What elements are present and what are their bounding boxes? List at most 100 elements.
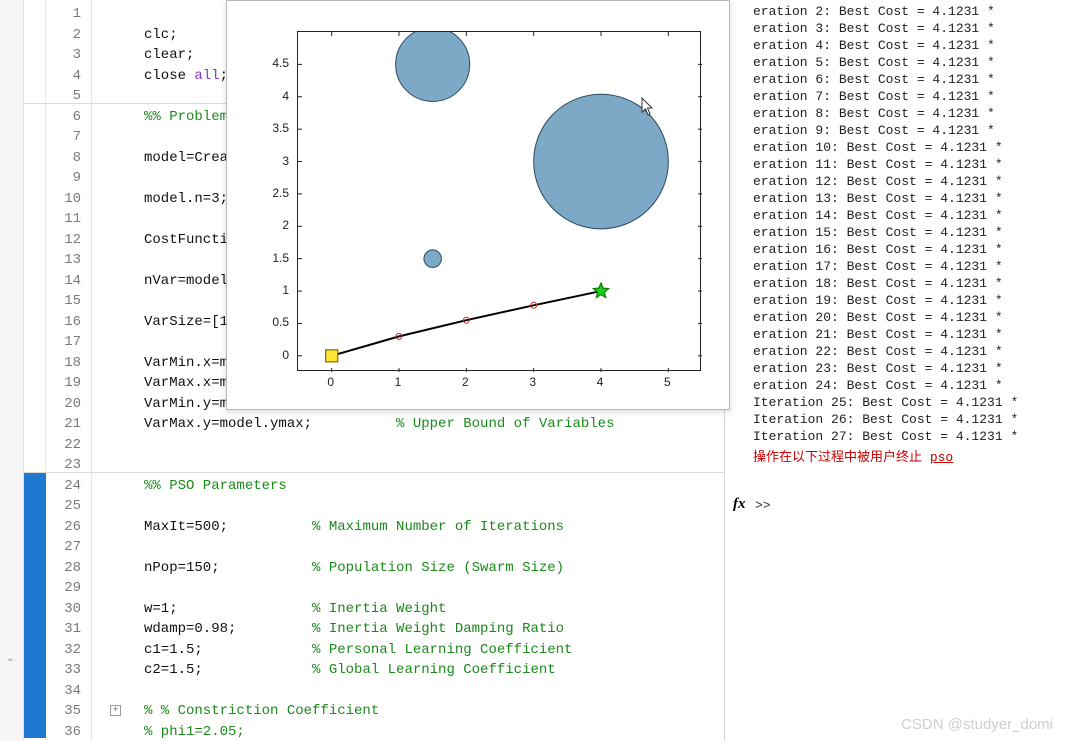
code-line[interactable]: model=Crea (144, 148, 228, 168)
code-line[interactable]: c2=1.5; % Global Learning Coefficient (144, 660, 556, 680)
x-tick-label: 5 (652, 375, 682, 389)
y-tick-label: 0 (251, 348, 289, 362)
line-number: 30 (64, 599, 81, 619)
console-line: eration 4: Best Cost = 4.1231 * (753, 38, 995, 53)
x-tick-label: 3 (518, 375, 548, 389)
line-number: 11 (64, 209, 81, 229)
axes[interactable] (297, 31, 701, 371)
code-line[interactable]: VarMax.x=m (144, 373, 228, 393)
left-panel: ⌄ (0, 0, 24, 741)
line-number: 15 (64, 291, 81, 311)
line-number: 20 (64, 394, 81, 414)
console-line: eration 9: Best Cost = 4.1231 * (753, 123, 995, 138)
console-line: eration 3: Best Cost = 4.1231 * (753, 21, 995, 36)
line-number: 2 (73, 25, 81, 45)
y-tick-label: 1.5 (251, 251, 289, 265)
left-panel-dropdown-icon[interactable]: ⌄ (6, 653, 16, 663)
console-line: eration 15: Best Cost = 4.1231 * (753, 225, 1003, 240)
error-link[interactable]: pso (930, 450, 953, 465)
line-number: 19 (64, 373, 81, 393)
line-number: 10 (64, 189, 81, 209)
console-line: eration 24: Best Cost = 4.1231 * (753, 378, 1003, 393)
console-line: eration 10: Best Cost = 4.1231 * (753, 140, 1003, 155)
prompt[interactable]: >> (755, 498, 771, 513)
console-line: eration 19: Best Cost = 4.1231 * (753, 293, 1003, 308)
x-tick-label: 4 (585, 375, 615, 389)
code-line[interactable]: clc; (144, 25, 178, 45)
y-tick-label: 2 (251, 218, 289, 232)
line-number: 1 (73, 4, 81, 24)
code-line[interactable]: CostFuncti (144, 230, 228, 250)
line-number: 6 (73, 107, 81, 127)
x-tick-label: 0 (316, 375, 346, 389)
command-window[interactable]: eration 2: Best Cost = 4.1231 * eration 3… (724, 0, 1065, 741)
code-line[interactable]: wdamp=0.98; % Inertia Weight Damping Rat… (144, 619, 564, 639)
console-line: eration 11: Best Cost = 4.1231 * (753, 157, 1003, 172)
line-number: 16 (64, 312, 81, 332)
console-line: eration 16: Best Cost = 4.1231 * (753, 242, 1003, 257)
line-number: 18 (64, 353, 81, 373)
x-tick-label: 2 (450, 375, 480, 389)
code-line[interactable]: clear; (144, 45, 194, 65)
console-line: Iteration 26: Best Cost = 4.1231 * (753, 412, 1018, 427)
line-number: 14 (64, 271, 81, 291)
y-tick-label: 3.5 (251, 121, 289, 135)
fold-toggle[interactable]: + (110, 705, 121, 716)
line-number: 9 (73, 168, 81, 188)
line-number: 31 (64, 619, 81, 639)
code-line[interactable]: model.n=3; (144, 189, 228, 209)
code-line[interactable]: % phi1=2.05; (144, 722, 245, 741)
console-line: Iteration 25: Best Cost = 4.1231 * (753, 395, 1018, 410)
line-number: 28 (64, 558, 81, 578)
fx-icon[interactable]: fx (733, 496, 746, 513)
line-number: 25 (64, 496, 81, 516)
line-number: 32 (64, 640, 81, 660)
line-number-gutter: 1234567891011121314151617181920212223242… (24, 0, 92, 741)
code-line[interactable]: VarMax.y=model.ymax; % Upper Bound of Va… (144, 414, 614, 434)
console-line: eration 6: Best Cost = 4.1231 * (753, 72, 995, 87)
code-line[interactable]: close all; (144, 66, 228, 86)
console-line: eration 2: Best Cost = 4.1231 * (753, 4, 995, 19)
code-line[interactable]: VarMin.x=m (144, 353, 228, 373)
line-number: 24 (64, 476, 81, 496)
line-number: 12 (64, 230, 81, 250)
console-line: eration 21: Best Cost = 4.1231 * (753, 327, 1003, 342)
axes-svg (298, 32, 702, 372)
code-line[interactable]: w=1; % Inertia Weight (144, 599, 446, 619)
code-line[interactable]: VarSize=[1 (144, 312, 228, 332)
console-line: eration 17: Best Cost = 4.1231 * (753, 259, 1003, 274)
console-line: eration 7: Best Cost = 4.1231 * (753, 89, 995, 104)
code-line[interactable]: nVar=model (144, 271, 228, 291)
console-line: eration 14: Best Cost = 4.1231 * (753, 208, 1003, 223)
line-number: 21 (64, 414, 81, 434)
console-error: 操作在以下过程中被用户终止 pso (753, 446, 953, 465)
y-tick-label: 4.5 (251, 56, 289, 70)
line-number: 29 (64, 578, 81, 598)
line-number: 26 (64, 517, 81, 537)
console-line: eration 18: Best Cost = 4.1231 * (753, 276, 1003, 291)
console-line: eration 8: Best Cost = 4.1231 * (753, 106, 995, 121)
line-number: 34 (64, 681, 81, 701)
line-number: 3 (73, 45, 81, 65)
app-root: ⌄ 12345678910111213141516171819202122232… (0, 0, 1065, 741)
console-line: eration 20: Best Cost = 4.1231 * (753, 310, 1003, 325)
code-line[interactable]: % % Constriction Coefficient (144, 701, 379, 721)
console-line: eration 13: Best Cost = 4.1231 * (753, 191, 1003, 206)
line-number: 17 (64, 332, 81, 352)
y-tick-label: 2.5 (251, 186, 289, 200)
code-line[interactable]: c1=1.5; % Personal Learning Coefficient (144, 640, 572, 660)
code-line[interactable]: nPop=150; % Population Size (Swarm Size) (144, 558, 564, 578)
x-tick-label: 1 (383, 375, 413, 389)
y-tick-label: 0.5 (251, 315, 289, 329)
y-tick-label: 1 (251, 283, 289, 297)
console-line: eration 23: Best Cost = 4.1231 * (753, 361, 1003, 376)
figure-window[interactable]: 00.511.522.533.544.5012345 (226, 0, 730, 410)
line-number: 22 (64, 435, 81, 455)
code-line[interactable]: %% PSO Parameters (144, 476, 287, 496)
code-line[interactable]: MaxIt=500; % Maximum Number of Iteration… (144, 517, 564, 537)
line-number: 33 (64, 660, 81, 680)
line-number: 35 (64, 701, 81, 721)
y-tick-label: 4 (251, 89, 289, 103)
line-number: 27 (64, 537, 81, 557)
code-line[interactable]: %% Problem (144, 107, 228, 127)
